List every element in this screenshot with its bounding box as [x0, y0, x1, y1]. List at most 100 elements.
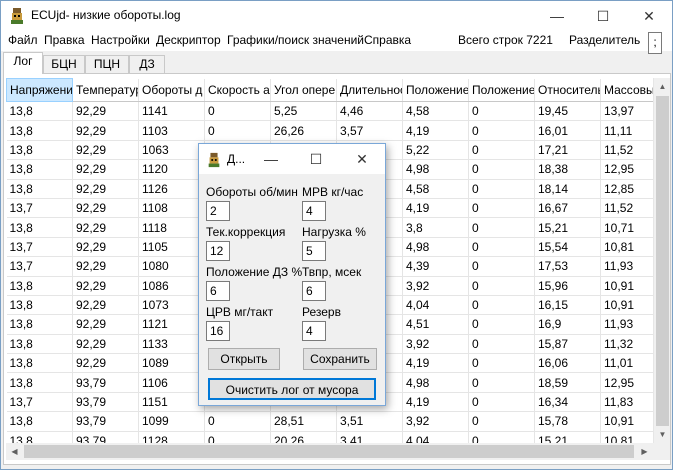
table-cell[interactable]: 13,8: [6, 411, 73, 432]
injection-time-input[interactable]: 6: [302, 281, 326, 301]
table-cell[interactable]: 1126: [138, 179, 205, 199]
column-header[interactable]: Угол опере: [270, 78, 337, 102]
table-cell[interactable]: 12,95: [600, 159, 653, 180]
table-cell[interactable]: 93,79: [72, 411, 139, 432]
table-cell[interactable]: 1080: [138, 256, 205, 277]
table-cell[interactable]: 4,04: [402, 295, 469, 316]
tab-bcn[interactable]: БЦН: [43, 55, 85, 74]
horizontal-scroll-thumb[interactable]: [24, 445, 634, 458]
table-cell[interactable]: 13,8: [6, 353, 73, 374]
table-cell[interactable]: 4,46: [336, 101, 403, 122]
menu-file[interactable]: Файл: [8, 33, 38, 49]
table-cell[interactable]: 3,57: [336, 120, 403, 141]
table-cell[interactable]: 10,71: [600, 217, 653, 238]
vertical-scroll-thumb[interactable]: [656, 96, 669, 426]
table-row[interactable]: 13,8 93,79 1128 0 20,26 3,41 4,04 0 15,21 10,81: [6, 431, 653, 443]
table-cell[interactable]: 1099: [138, 411, 205, 432]
table-cell[interactable]: 13,8: [6, 276, 73, 296]
table-cell[interactable]: 0: [204, 431, 271, 443]
table-cell[interactable]: 0: [468, 314, 535, 335]
column-header[interactable]: Длительнос: [336, 78, 403, 102]
dialog-close-button[interactable]: ✕: [339, 144, 385, 174]
table-cell[interactable]: 1105: [138, 237, 205, 258]
table-row[interactable]: 13,8 92,29 1141 0 5,25 4,46 4,58 0 19,45 13,97: [6, 101, 653, 122]
table-cell[interactable]: 0: [468, 140, 535, 161]
menu-help[interactable]: Справка: [364, 33, 411, 49]
table-cell[interactable]: 0: [468, 179, 535, 199]
table-cell[interactable]: 93,79: [72, 372, 139, 393]
table-cell[interactable]: 1120: [138, 159, 205, 180]
load-input[interactable]: 5: [302, 241, 326, 261]
table-cell[interactable]: 4,98: [402, 159, 469, 180]
table-cell[interactable]: 4,98: [402, 372, 469, 393]
table-cell[interactable]: 92,29: [72, 353, 139, 374]
tab-pcn[interactable]: ПЦН: [85, 55, 129, 74]
table-cell[interactable]: 0: [468, 120, 535, 141]
cycle-air-input[interactable]: 16: [206, 321, 230, 341]
table-cell[interactable]: 16,15: [534, 295, 601, 316]
vertical-scrollbar[interactable]: ▲ ▼: [653, 78, 670, 443]
table-cell[interactable]: 1063: [138, 140, 205, 161]
table-cell[interactable]: 15,21: [534, 217, 601, 238]
table-cell[interactable]: 92,29: [72, 295, 139, 316]
table-cell[interactable]: 4,58: [402, 179, 469, 199]
correction-input[interactable]: 12: [206, 241, 230, 261]
table-cell[interactable]: 1073: [138, 295, 205, 316]
save-button[interactable]: Сохранить: [303, 348, 377, 370]
table-cell[interactable]: 93,79: [72, 431, 139, 443]
table-cell[interactable]: 10,91: [600, 295, 653, 316]
reserve-input[interactable]: 4: [302, 321, 326, 341]
table-cell[interactable]: 3,41: [336, 431, 403, 443]
scroll-up-icon[interactable]: ▲: [654, 78, 671, 95]
table-cell[interactable]: 13,8: [6, 295, 73, 316]
table-cell[interactable]: 0: [468, 372, 535, 393]
table-cell[interactable]: 0: [468, 256, 535, 277]
table-cell[interactable]: 92,29: [72, 120, 139, 141]
table-cell[interactable]: 0: [468, 101, 535, 122]
table-cell[interactable]: 13,7: [6, 237, 73, 258]
table-cell[interactable]: 4,04: [402, 431, 469, 443]
table-cell[interactable]: 10,81: [600, 237, 653, 258]
rpm-input[interactable]: 2: [206, 201, 230, 221]
table-cell[interactable]: 20,26: [270, 431, 337, 443]
table-cell[interactable]: 92,29: [72, 276, 139, 296]
table-cell[interactable]: 15,87: [534, 334, 601, 355]
table-cell[interactable]: 0: [468, 411, 535, 432]
table-cell[interactable]: 3,8: [402, 217, 469, 238]
table-cell[interactable]: 10,91: [600, 411, 653, 432]
table-cell[interactable]: 1128: [138, 431, 205, 443]
table-cell[interactable]: 4,51: [402, 314, 469, 335]
table-cell[interactable]: 13,8: [6, 179, 73, 199]
table-cell[interactable]: 15,96: [534, 276, 601, 296]
horizontal-scrollbar[interactable]: ◀ ▶: [6, 443, 653, 460]
table-cell[interactable]: 12,95: [600, 372, 653, 393]
throttle-input[interactable]: 6: [206, 281, 230, 301]
column-header[interactable]: Температура: [72, 78, 139, 102]
clear-log-button[interactable]: Очистить лог от мусора: [208, 378, 376, 400]
table-row[interactable]: 13,8 93,79 1099 0 28,51 3,51 3,92 0 15,78 10,91: [6, 411, 653, 432]
table-cell[interactable]: 13,8: [6, 314, 73, 335]
column-header[interactable]: Обороты д: [138, 78, 205, 102]
table-cell[interactable]: 11,32: [600, 334, 653, 355]
table-cell[interactable]: 10,81: [600, 431, 653, 443]
table-cell[interactable]: 1118: [138, 217, 205, 238]
table-cell[interactable]: 0: [468, 237, 535, 258]
table-cell[interactable]: 5,22: [402, 140, 469, 161]
table-cell[interactable]: 11,52: [600, 140, 653, 161]
table-cell[interactable]: 13,8: [6, 120, 73, 141]
table-cell[interactable]: 1141: [138, 101, 205, 122]
table-cell[interactable]: 92,29: [72, 159, 139, 180]
table-cell[interactable]: 11,93: [600, 256, 653, 277]
table-cell[interactable]: 13,97: [600, 101, 653, 122]
table-cell[interactable]: 16,06: [534, 353, 601, 374]
table-cell[interactable]: 0: [468, 353, 535, 374]
table-cell[interactable]: 13,8: [6, 431, 73, 443]
dialog-maximize-button[interactable]: ☐: [293, 144, 339, 174]
minimize-button[interactable]: —: [534, 1, 580, 31]
table-cell[interactable]: 18,59: [534, 372, 601, 393]
menu-edit[interactable]: Правка: [44, 33, 85, 49]
column-header[interactable]: Скорость а: [204, 78, 271, 102]
table-cell[interactable]: 1108: [138, 198, 205, 219]
tab-log[interactable]: Лог: [3, 52, 43, 74]
scroll-left-icon[interactable]: ◀: [6, 443, 23, 460]
